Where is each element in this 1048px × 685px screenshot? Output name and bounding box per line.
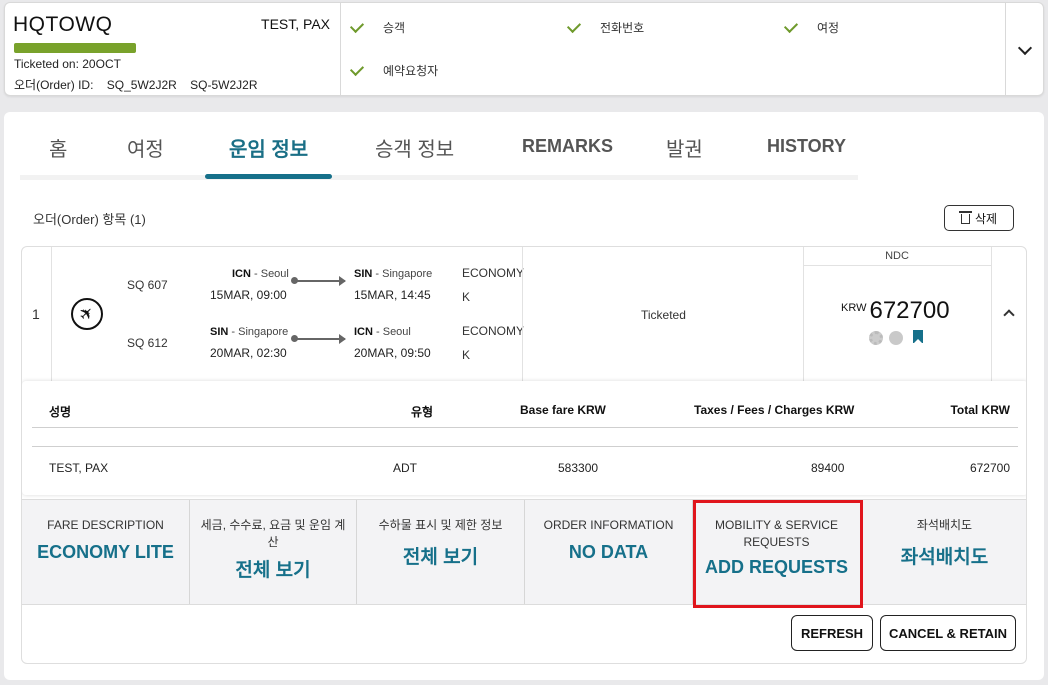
cell-taxes: 89400: [811, 461, 845, 475]
tab-itinerary[interactable]: 여정: [127, 133, 164, 162]
price-box: NDC KRW 672700: [803, 247, 991, 381]
check-itinerary: 여정: [783, 18, 839, 36]
tab-fare-info[interactable]: 운임 정보: [229, 133, 308, 162]
airplane-icon: ✈: [64, 291, 110, 337]
booking-class: K: [462, 348, 471, 362]
tab-bar: 홈 여정 운임 정보 승객 정보 REMARKS 발권 HISTORY: [20, 112, 858, 180]
col-total: Total KRW: [950, 403, 1010, 417]
order-id-label: 오더(Order) ID:: [14, 78, 94, 92]
departure-time: 20MAR, 02:30: [210, 346, 287, 360]
check-requester: 예약요청자: [349, 61, 438, 79]
segment-row: 1 ✈ SQ 607 ICN - Seoul 15MAR, 09:00 SIN …: [22, 247, 1026, 381]
origin-airport: ICN - Seoul: [232, 268, 289, 280]
pnr-code: HQTOWQ: [13, 13, 113, 36]
col-taxes: Taxes / Fees / Charges KRW: [694, 403, 855, 417]
order-item-card: 1 ✈ SQ 607 ICN - Seoul 15MAR, 09:00 SIN …: [21, 246, 1027, 664]
cell-name: TEST, PAX: [49, 461, 109, 475]
col-base-fare: Base fare KRW: [520, 403, 606, 417]
col-name: 성명: [49, 405, 72, 419]
passenger-name: TEST, PAX: [261, 16, 330, 32]
order-id-value: SQ_5W2J2R: [106, 78, 177, 92]
destination-airport: ICN - Seoul: [354, 326, 411, 338]
chevron-down-icon: [1017, 40, 1033, 56]
item-index: 1: [32, 306, 40, 322]
gear-icon[interactable]: [869, 331, 883, 345]
cell-total: 672700: [969, 461, 1010, 475]
tab-remarks[interactable]: REMARKS: [522, 136, 613, 157]
main-panel: 홈 여정 운임 정보 승객 정보 REMARKS 발권 HISTORY 오더(O…: [4, 112, 1044, 680]
col-type: 유형: [411, 405, 434, 419]
ticketed-date: Ticketed on: 20OCT: [14, 57, 121, 71]
arrival-time: 20MAR, 09:50: [354, 346, 431, 360]
cancel-retain-button[interactable]: CANCEL & RETAIN: [880, 615, 1016, 651]
fare-info-cells: FARE DESCRIPTION ECONOMY LITE 세금, 수수료, 요…: [22, 499, 1026, 605]
order-id: 오더(Order) ID: SQ_5W2J2R SQ-5W2J2R: [14, 76, 268, 93]
order-information-cell: ORDER INFORMATION NO DATA: [525, 500, 693, 604]
price-amount: 672700: [869, 297, 950, 324]
tax-fee-view-all-link[interactable]: 전체 보기: [190, 555, 356, 582]
delete-button[interactable]: 삭제: [944, 205, 1014, 231]
status-dot-icon: [889, 331, 903, 345]
check-icon: [783, 18, 799, 33]
baggage-view-all-link[interactable]: 전체 보기: [357, 542, 524, 569]
booking-class: K: [462, 290, 471, 304]
passenger-fare-table: 성명 유형 Base fare KRW Taxes / Fees / Charg…: [22, 381, 1026, 495]
trash-icon: [958, 211, 972, 224]
order-information-value: NO DATA: [568, 542, 649, 562]
flight-number: SQ 612: [127, 336, 168, 350]
fare-description-cell: FARE DESCRIPTION ECONOMY LITE: [22, 500, 190, 604]
tab-home[interactable]: 홈: [49, 133, 67, 162]
order-summary: HQTOWQ TEST, PAX Ticketed on: 20OCT 오더(O…: [5, 3, 341, 95]
pnr-progress-bar: [14, 43, 136, 53]
fare-description-link[interactable]: ECONOMY LITE: [22, 542, 189, 563]
baggage-cell: 수하물 표시 및 제한 정보 전체 보기: [357, 500, 525, 604]
seat-map-link[interactable]: 좌석배치도: [861, 542, 1026, 569]
cabin: ECONOMY: [462, 266, 525, 280]
destination-airport: SIN - Singapore: [354, 268, 433, 280]
route-arrow-icon: [291, 276, 346, 286]
route-arrow-icon: [291, 334, 346, 344]
chevron-up-icon[interactable]: [1003, 309, 1015, 321]
order-id-value: SQ-5W2J2R: [190, 78, 258, 92]
check-phone: 전화번호: [566, 18, 644, 36]
cell-type: ADT: [393, 461, 417, 475]
order-header: HQTOWQ TEST, PAX Ticketed on: 20OCT 오더(O…: [4, 2, 1044, 96]
highlight-box: [693, 500, 863, 608]
active-tab-indicator: [205, 174, 332, 179]
order-items-title: 오더(Order) 항목 (1): [33, 212, 146, 227]
refresh-button[interactable]: REFRESH: [791, 615, 873, 651]
check-icon: [349, 61, 365, 76]
check-icon: [349, 18, 365, 33]
origin-airport: SIN - Singapore: [210, 326, 289, 338]
price-currency: KRW: [841, 302, 867, 314]
bookmark-icon[interactable]: [913, 330, 923, 344]
cabin: ECONOMY: [462, 324, 525, 338]
total-price: KRW 672700: [841, 297, 950, 325]
ndc-label: NDC: [803, 247, 991, 266]
check-passenger: 승객: [349, 18, 405, 36]
arrival-time: 15MAR, 14:45: [354, 288, 431, 302]
tab-history[interactable]: HISTORY: [767, 136, 846, 157]
header-expand-toggle[interactable]: [1005, 3, 1043, 95]
tax-fee-cell: 세금, 수수료, 요금 및 운임 계산 전체 보기: [190, 500, 357, 604]
flight-number: SQ 607: [127, 278, 168, 292]
ticket-status: Ticketed: [641, 308, 686, 322]
cell-base-fare: 583300: [558, 461, 599, 475]
tab-passenger-info[interactable]: 승객 정보: [375, 133, 454, 162]
tab-ticketing[interactable]: 발권: [666, 133, 703, 162]
check-icon: [566, 18, 582, 33]
departure-time: 15MAR, 09:00: [210, 288, 287, 302]
seat-map-cell: 좌석배치도 좌석배치도: [861, 500, 1026, 604]
